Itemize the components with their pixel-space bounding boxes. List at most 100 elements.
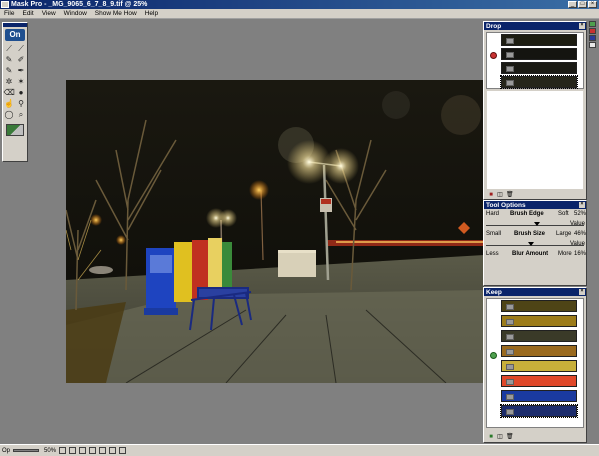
brush-size-thumb[interactable] bbox=[528, 242, 535, 246]
tool-options-body: Hard Brush Edge Soft 52% Value Small Bru… bbox=[484, 210, 586, 260]
brush-icon[interactable]: ✐ bbox=[16, 55, 27, 65]
drop-new-icon[interactable]: ■ bbox=[488, 192, 494, 198]
drop-color-swatch[interactable] bbox=[501, 34, 577, 46]
drop-color-swatch[interactable] bbox=[500, 75, 578, 89]
night-street-photo[interactable] bbox=[66, 80, 484, 383]
keep-duplicate-icon[interactable]: ◫ bbox=[497, 434, 503, 440]
side-chip-blue[interactable] bbox=[589, 35, 596, 41]
menu-window[interactable]: Window bbox=[60, 10, 91, 17]
keep-trash-icon[interactable]: 🗑 bbox=[506, 434, 514, 440]
drop-color-swatch[interactable] bbox=[501, 62, 577, 74]
keep-color-swatch[interactable] bbox=[501, 300, 577, 312]
keep-color-swatch[interactable] bbox=[501, 390, 577, 402]
keep-color-swatch[interactable] bbox=[501, 345, 577, 357]
window-controls: _ □ × bbox=[568, 1, 597, 8]
view-mode-2-icon[interactable] bbox=[69, 447, 77, 454]
side-chip-green[interactable] bbox=[589, 21, 596, 27]
opacity-slider[interactable] bbox=[13, 449, 40, 452]
menu-show-me-how[interactable]: Show Me How bbox=[91, 10, 141, 17]
menu-help[interactable]: Help bbox=[141, 10, 162, 17]
drop-active-indicator-icon bbox=[490, 52, 497, 59]
drop-panel-close-icon[interactable]: × bbox=[579, 23, 585, 29]
keep-color-swatch[interactable] bbox=[500, 404, 578, 418]
minimize-button[interactable]: _ bbox=[568, 1, 577, 8]
drop-panel-title: Drop bbox=[486, 22, 502, 30]
maximize-button[interactable]: □ bbox=[578, 1, 587, 8]
brush-edge-right-label: Soft bbox=[558, 211, 569, 217]
zoom-icon[interactable]: ⌕ bbox=[16, 110, 27, 120]
keep-new-icon[interactable]: ■ bbox=[488, 434, 494, 440]
zoom-level: 50% bbox=[44, 447, 57, 454]
burn-icon[interactable]: ⚲ bbox=[16, 99, 27, 109]
brush-size-slider[interactable]: Value bbox=[484, 240, 586, 250]
brush-edge-value: 52% bbox=[574, 211, 587, 217]
view-mode-1-icon[interactable] bbox=[59, 447, 67, 454]
blur-amount-right-label: More bbox=[558, 251, 572, 257]
menu-view[interactable]: View bbox=[38, 10, 60, 17]
brush-edge-slider[interactable]: Value bbox=[484, 220, 586, 230]
pen-icon[interactable]: ✎ bbox=[4, 55, 15, 65]
keep-color-swatch[interactable] bbox=[501, 315, 577, 327]
brush-size-left-label: Small bbox=[486, 231, 502, 237]
drop-duplicate-icon[interactable]: ◫ bbox=[497, 192, 503, 198]
keep-color-list bbox=[486, 298, 584, 428]
mask-preview-icon[interactable] bbox=[6, 124, 24, 136]
magic-wand-icon[interactable]: ✲ bbox=[4, 77, 15, 87]
window-title: Mask Pro - _MG_9065_6_7_8_9.tif @ 25% bbox=[11, 1, 148, 8]
smudge-icon[interactable]: ☝ bbox=[4, 99, 15, 109]
brush-size-label: Brush Size bbox=[514, 231, 546, 237]
brush-edge-value-label: Value bbox=[570, 221, 585, 227]
keep-dropper-icon[interactable]: ⟋ bbox=[4, 44, 15, 54]
blur-amount-left-label: Less bbox=[486, 251, 499, 257]
side-chip-white[interactable] bbox=[589, 42, 596, 48]
lasso-icon[interactable]: ◯ bbox=[4, 110, 15, 120]
drop-dropper-icon[interactable]: ⟋ bbox=[16, 44, 27, 54]
side-color-strip bbox=[589, 21, 597, 48]
brush-edge-thumb[interactable] bbox=[533, 222, 540, 226]
drop-empty-area bbox=[486, 90, 584, 190]
brush-size-right-label: Large bbox=[556, 231, 572, 237]
keep-active-indicator-icon bbox=[490, 352, 497, 359]
app-icon bbox=[1, 1, 9, 8]
drop-trash-icon[interactable]: 🗑 bbox=[506, 192, 514, 198]
keep-panel-icons: ■ ◫ 🗑 bbox=[488, 434, 514, 440]
close-button[interactable]: × bbox=[588, 1, 597, 8]
canvas-area[interactable] bbox=[30, 22, 484, 443]
keep-color-swatch[interactable] bbox=[501, 375, 577, 387]
drop-panel: Drop × ■ ◫ 🗑 bbox=[483, 21, 587, 200]
toolbox-titlebar[interactable] bbox=[3, 23, 27, 27]
drop-panel-icons: ■ ◫ 🗑 bbox=[488, 192, 514, 198]
fill-icon[interactable]: ✶ bbox=[16, 77, 27, 87]
menu-edit[interactable]: Edit bbox=[18, 10, 37, 17]
eraser-icon[interactable]: ⌫ bbox=[4, 88, 15, 98]
keep-panel-title: Keep bbox=[486, 288, 502, 296]
brush-edge-left-label: Hard bbox=[486, 211, 500, 217]
keep-color-swatch[interactable] bbox=[501, 330, 577, 342]
drop-color-swatch[interactable] bbox=[501, 48, 577, 60]
blur-icon[interactable]: ● bbox=[16, 88, 27, 98]
tool-options-close-icon[interactable]: × bbox=[579, 202, 585, 208]
tool-options-title: Tool Options bbox=[486, 201, 526, 209]
status-bar: Op 50% bbox=[0, 444, 599, 456]
photo-image bbox=[66, 80, 484, 383]
view-mode-4-icon[interactable] bbox=[89, 447, 97, 454]
menu-file[interactable]: File bbox=[0, 10, 18, 17]
blur-amount-value: 16% bbox=[574, 251, 587, 257]
blur-amount-label: Blur Amount bbox=[512, 251, 549, 257]
keep-color-swatch[interactable] bbox=[501, 360, 577, 372]
view-mode-7-icon[interactable] bbox=[119, 447, 127, 454]
brush-size-value-label: Value bbox=[570, 241, 585, 247]
view-mode-6-icon[interactable] bbox=[109, 447, 117, 454]
keep-panel-close-icon[interactable]: × bbox=[579, 289, 585, 295]
view-mode-3-icon[interactable] bbox=[79, 447, 87, 454]
view-mode-5-icon[interactable] bbox=[99, 447, 107, 454]
opacity-label: Op bbox=[2, 447, 11, 454]
magic-brush-icon[interactable]: ✎ bbox=[4, 66, 15, 76]
tool-grid: ⟋ ⟋ ✎ ✐ ✎ ✒ ✲ ✶ ⌫ ● ☝ ⚲ ◯ ⌕ bbox=[3, 43, 27, 121]
menu-bar: File Edit View Window Show Me How Help bbox=[0, 9, 599, 19]
drop-color-list bbox=[486, 32, 584, 89]
side-chip-red[interactable] bbox=[589, 28, 596, 34]
magic-pen-icon[interactable]: ✒ bbox=[16, 66, 27, 76]
tool-options-panel: Tool Options × Hard Brush Edge Soft 52% … bbox=[483, 200, 587, 286]
toolbox: On ⟋ ⟋ ✎ ✐ ✎ ✒ ✲ ✶ ⌫ ● ☝ ⚲ ◯ ⌕ bbox=[2, 22, 28, 162]
